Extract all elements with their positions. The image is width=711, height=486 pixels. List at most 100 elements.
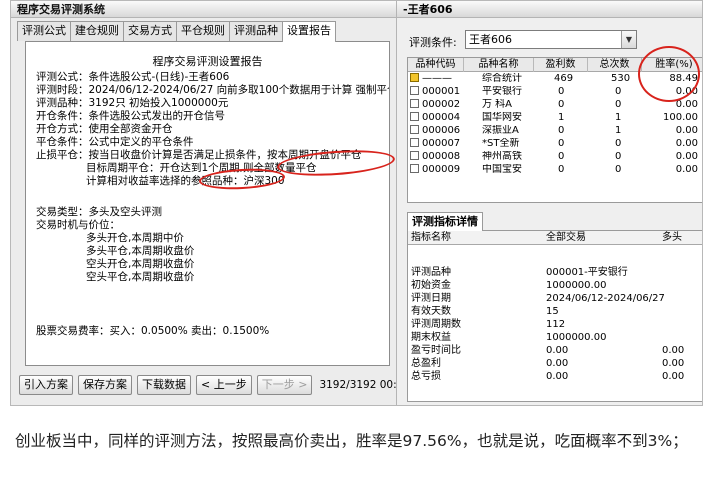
tab-report[interactable]: 设置报告 xyxy=(282,21,336,42)
row-wins: 0 xyxy=(558,151,565,162)
article-caption: 创业板当中，同样的评测方法，按照最高价卖出，胜率是97.56%，也就是说，吃面概… xyxy=(15,432,688,450)
row-wins: 0 xyxy=(558,125,565,136)
row-win-rate: 0.00 xyxy=(675,86,698,97)
row-code: 000006 xyxy=(422,125,461,136)
header-code[interactable]: 品种代码 xyxy=(408,58,464,72)
row-wins: 0 xyxy=(558,99,565,110)
header-metric-name: 指标名称 xyxy=(411,232,451,243)
row-win-rate: 0.00 xyxy=(675,138,698,149)
button-bar: 引入方案 保存方案 下载数据 < 上一步 下一步 > 3192/3192 00:… xyxy=(19,374,403,396)
next-step-button[interactable]: 下一步 > xyxy=(256,375,313,395)
table-row[interactable]: 000001 平安银行 0 0 0.00 xyxy=(408,86,702,99)
row-name: 国华网安 xyxy=(482,112,522,123)
progress-counter: 3192/3192 00:5 xyxy=(319,379,404,391)
result-window-title: -王者606 xyxy=(397,1,702,18)
report-line: 平仓条件：公式中定义的平仓条件 xyxy=(36,136,194,148)
evaluation-system-window: 程序交易评测系统 评测公式 建仓规则 交易方式 平仓规则 评测品种 设置报告 程… xyxy=(11,1,403,405)
condition-value: 王者606 xyxy=(469,33,512,46)
metric-all: 1000000.00 xyxy=(546,280,607,291)
report-line: 开仓条件：条件选股公式发出的开仓信号 xyxy=(36,110,225,122)
row-wins: 0 xyxy=(558,86,565,97)
metric-long: 0.00 xyxy=(662,345,685,356)
tab-formula[interactable]: 评测公式 xyxy=(17,21,71,41)
header-total[interactable]: 总次数 xyxy=(588,58,642,72)
report-title: 程序交易评测设置报告 xyxy=(152,55,263,68)
tab-close-rules[interactable]: 平仓规则 xyxy=(176,21,230,41)
table-row[interactable]: 000008 神州高铁 0 0 0.00 xyxy=(408,151,702,164)
tab-instruments[interactable]: 评测品种 xyxy=(229,21,283,41)
table-row[interactable]: 000006 深振业A 0 1 0.00 xyxy=(408,125,702,138)
header-wins[interactable]: 盈利数 xyxy=(534,58,588,72)
previous-step-button[interactable]: < 上一步 xyxy=(196,375,252,395)
metric-name: 评测日期 xyxy=(411,293,451,304)
checkbox[interactable] xyxy=(410,164,419,173)
table-row: 有效天数 15 xyxy=(408,306,702,319)
report-line: 计算相对收益率选择的参照品种：沪深300 xyxy=(86,175,285,187)
checkbox[interactable] xyxy=(410,125,419,134)
condition-label: 评测条件: xyxy=(409,36,457,49)
row-win-rate: 100.00 xyxy=(663,112,698,123)
table-row[interactable]: 000009 中国宝安 0 0 0.00 xyxy=(408,164,702,177)
row-win-rate: 88.49 xyxy=(669,73,698,84)
checkbox[interactable] xyxy=(410,86,419,95)
report-line: 股票交易费率：买入：0.0500% 卖出：0.1500% xyxy=(36,325,270,337)
report-line: 评测公式：条件选股公式-(日线)-王者606 xyxy=(36,71,230,83)
metric-all: 2024/06/12-2024/06/27 xyxy=(546,293,665,304)
tab-metric-details[interactable]: 评测指标详情 xyxy=(407,212,483,231)
checkbox[interactable] xyxy=(410,112,419,121)
window-title: 程序交易评测系统 xyxy=(11,1,396,18)
checkbox[interactable] xyxy=(410,99,419,108)
checkbox[interactable] xyxy=(410,151,419,160)
row-code: 000002 xyxy=(422,99,461,110)
report-line: 开仓方式：使用全部资金开仓 xyxy=(36,123,173,135)
row-wins: 0 xyxy=(558,164,565,175)
header-win-rate[interactable]: 胜率(%) xyxy=(642,58,702,72)
condition-select[interactable]: 王者606 ▼ xyxy=(465,30,637,49)
row-wins: 0 xyxy=(558,138,565,149)
row-win-rate: 0.00 xyxy=(675,164,698,175)
row-total: 0 xyxy=(615,151,622,162)
table-row: 总盈利 0.00 0.00 xyxy=(408,358,702,371)
report-line: 多头开仓,本周期中价 xyxy=(86,232,184,244)
checkbox[interactable] xyxy=(410,138,419,147)
table-row[interactable]: 000004 国华网安 1 1 100.00 xyxy=(408,112,702,125)
chevron-down-icon[interactable]: ▼ xyxy=(621,31,636,48)
header-long: 多头 xyxy=(662,232,682,243)
row-code: ——— xyxy=(422,73,452,84)
row-name: 中国宝安 xyxy=(482,164,522,175)
metric-name: 评测品种 xyxy=(411,267,451,278)
details-header: 指标名称 全部交易 多头 xyxy=(408,231,702,245)
download-data-button[interactable]: 下载数据 xyxy=(137,375,191,395)
result-grid: 品种代码 品种名称 盈利数 总次数 胜率(%) ——— 综合统计 469 530… xyxy=(407,57,702,203)
tab-trade-mode[interactable]: 交易方式 xyxy=(123,21,177,41)
table-row[interactable]: 000007 *ST全新 0 0 0.00 xyxy=(408,138,702,151)
metric-all: 000001-平安银行 xyxy=(546,267,628,278)
metric-name: 总盈利 xyxy=(411,358,441,369)
tab-open-rules[interactable]: 建仓规则 xyxy=(70,21,124,41)
row-win-rate: 0.00 xyxy=(675,151,698,162)
report-line: 空头平仓,本周期收盘价 xyxy=(86,271,195,283)
settings-report: 程序交易评测设置报告 评测公式：条件选股公式-(日线)-王者606 评测时段：2… xyxy=(25,41,390,366)
metric-name: 评测周期数 xyxy=(411,319,461,330)
metric-details-table: 指标名称 全部交易 多头 评测品种 000001-平安银行 初始资金 10000… xyxy=(407,230,702,402)
row-code: 000008 xyxy=(422,151,461,162)
report-line: 交易类型：多头及空头评测 xyxy=(36,206,162,218)
table-row: 评测品种 000001-平安银行 xyxy=(408,267,702,280)
header-name[interactable]: 品种名称 xyxy=(464,58,534,72)
screenshot: 程序交易评测系统 评测公式 建仓规则 交易方式 平仓规则 评测品种 设置报告 程… xyxy=(10,0,703,406)
row-name: *ST全新 xyxy=(482,138,520,149)
table-row: 初始资金 1000000.00 xyxy=(408,280,702,293)
table-row[interactable]: 000002 万 科A 0 0 0.00 xyxy=(408,99,702,112)
checkbox[interactable] xyxy=(410,73,419,82)
row-win-rate: 0.00 xyxy=(675,99,698,110)
table-row[interactable]: ——— 综合统计 469 530 88.49 xyxy=(408,73,702,86)
row-total: 0 xyxy=(615,164,622,175)
metric-name: 期末权益 xyxy=(411,332,451,343)
save-plan-button[interactable]: 保存方案 xyxy=(78,375,132,395)
table-row: 盈亏时间比 0.00 0.00 xyxy=(408,345,702,358)
row-total: 0 xyxy=(615,86,622,97)
metric-all: 15 xyxy=(546,306,559,317)
import-plan-button[interactable]: 引入方案 xyxy=(19,375,73,395)
row-name: 万 科A xyxy=(482,99,513,110)
row-code: 000007 xyxy=(422,138,461,149)
